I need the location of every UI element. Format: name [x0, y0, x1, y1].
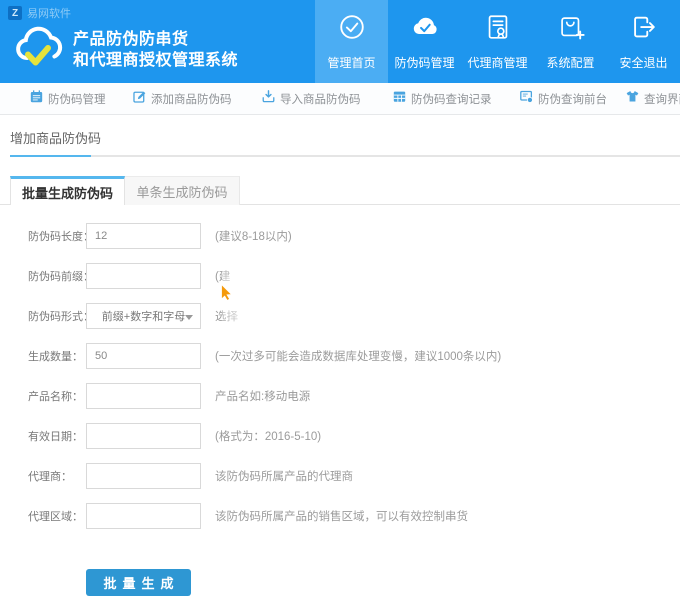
form-row-agent-region: 代理区域： 该防伪码所属产品的销售区域，可以有效控制串货 — [0, 503, 680, 529]
sub-nav-item-query-front[interactable]: 防伪查询前台 — [520, 83, 607, 114]
vendor-logo-icon: Z — [8, 6, 22, 20]
form-row-code-format: 防伪码形式： 前缀+数字和字母 选择 — [0, 303, 680, 329]
top-nav-item-settings[interactable]: 系统配置 — [534, 0, 607, 83]
agent-input[interactable] — [86, 463, 201, 489]
vendor-logo-text: 易网软件 — [27, 5, 71, 21]
quantity-label: 生成数量： — [28, 348, 85, 364]
agent-region-input[interactable] — [86, 503, 201, 529]
top-nav-item-agents[interactable]: 代理商管理 — [461, 0, 534, 83]
form-row-valid-date: 有效日期： (格式为：2016-5-10) — [0, 423, 680, 449]
sub-nav-item-add-code[interactable]: 添加商品防伪码 — [133, 83, 232, 114]
agent-label: 代理商： — [28, 468, 85, 484]
monitor-icon — [520, 90, 533, 108]
title-divider — [10, 155, 680, 157]
sub-nav-item-import-code[interactable]: 导入商品防伪码 — [262, 83, 361, 114]
tab-bar: 批量生成防伪码 单条生成防伪码 — [0, 176, 680, 205]
top-nav-label: 代理商管理 — [467, 54, 527, 71]
code-format-hint: 选择 — [215, 308, 238, 324]
top-nav-item-codes[interactable]: 防伪码管理 — [388, 0, 461, 83]
title-divider-accent — [10, 155, 91, 157]
code-length-input[interactable] — [86, 223, 201, 249]
circle-check-icon — [337, 12, 367, 47]
page-title: 增加商品防伪码 — [10, 128, 680, 147]
sub-nav-label: 查询界面订制 — [644, 91, 680, 107]
app-brand: 产品防伪防串货 和代理商授权管理系统 — [13, 24, 238, 75]
certificate-icon — [483, 12, 513, 47]
agent-region-label: 代理区域： — [28, 508, 85, 524]
app-title-line1: 产品防伪防串货 — [73, 29, 238, 50]
valid-date-hint: (格式为：2016-5-10) — [215, 428, 321, 444]
code-format-selected-value: 前缀+数字和字母 — [102, 308, 185, 324]
tab-single-generate[interactable]: 单条生成防伪码 — [125, 176, 240, 205]
sub-nav-label: 添加商品防伪码 — [151, 91, 232, 107]
top-nav-label: 安全退出 — [619, 54, 667, 71]
product-name-input[interactable] — [86, 383, 201, 409]
sub-nav-label: 导入商品防伪码 — [280, 91, 361, 107]
quantity-hint: (一次过多可能会造成数据库处理变慢，建议1000条以内) — [215, 348, 501, 364]
vendor-logo: Z 易网软件 — [8, 5, 71, 21]
logout-icon — [629, 12, 659, 47]
import-icon — [262, 90, 275, 108]
cloud-check-logo-icon — [13, 24, 65, 75]
calendar-icon — [30, 90, 43, 108]
code-length-hint: (建议8-18以内) — [215, 228, 292, 244]
valid-date-input[interactable] — [86, 423, 201, 449]
edit-icon — [133, 90, 146, 108]
top-nav: 管理首页 防伪码管理 — [315, 0, 680, 83]
chevron-down-icon — [185, 315, 193, 320]
product-name-label: 产品名称： — [28, 388, 85, 404]
form-row-code-length: 防伪码长度： (建议8-18以内) — [0, 223, 680, 249]
cloud-check-icon — [410, 12, 440, 47]
sub-nav-label: 防伪查询前台 — [538, 91, 607, 107]
tshirt-icon — [626, 90, 639, 108]
table-icon — [393, 90, 406, 108]
code-format-label: 防伪码形式： — [28, 308, 85, 324]
top-nav-item-home[interactable]: 管理首页 — [315, 0, 388, 83]
sub-nav-item-query-log[interactable]: 防伪码查询记录 — [393, 83, 492, 114]
top-nav-item-logout[interactable]: 安全退出 — [607, 0, 680, 83]
agent-region-hint: 该防伪码所属产品的销售区域，可以有效控制串货 — [215, 508, 468, 524]
top-nav-label: 管理首页 — [327, 54, 375, 71]
header: Z 易网软件 产品防伪防串货 和代理商授权管理系统 — [0, 0, 680, 83]
form-row-code-prefix: 防伪码前缀： (建 — [0, 263, 680, 289]
valid-date-label: 有效日期： — [28, 428, 85, 444]
batch-generate-form: 防伪码长度： (建议8-18以内) 防伪码前缀： (建 防伪码形式： 前缀+数字… — [0, 223, 680, 596]
product-name-hint: 产品名如:移动电源 — [215, 388, 310, 404]
batch-generate-button[interactable]: 批量生成 — [86, 569, 191, 596]
sub-nav-item-code-manage[interactable]: 防伪码管理 — [30, 83, 106, 114]
config-box-icon — [556, 12, 586, 47]
code-length-label: 防伪码长度： — [28, 228, 85, 244]
code-prefix-hint: (建 — [215, 268, 230, 284]
mouse-cursor-icon — [220, 284, 233, 306]
app-title: 产品防伪防串货 和代理商授权管理系统 — [73, 29, 238, 71]
code-prefix-input[interactable] — [86, 263, 201, 289]
quantity-input[interactable] — [86, 343, 201, 369]
form-row-agent: 代理商： 该防伪码所属产品的代理商 — [0, 463, 680, 489]
code-prefix-label: 防伪码前缀： — [28, 268, 85, 284]
sub-nav-label: 防伪码查询记录 — [411, 91, 492, 107]
sub-nav-label: 防伪码管理 — [48, 91, 106, 107]
top-nav-label: 防伪码管理 — [394, 54, 454, 71]
app-title-line2: 和代理商授权管理系统 — [73, 50, 238, 71]
tab-batch-generate[interactable]: 批量生成防伪码 — [10, 176, 125, 205]
form-row-product-name: 产品名称： 产品名如:移动电源 — [0, 383, 680, 409]
top-nav-label: 系统配置 — [546, 54, 594, 71]
sub-nav-item-ui-custom[interactable]: 查询界面订制 — [626, 83, 680, 114]
app-window: Z 易网软件 产品防伪防串货 和代理商授权管理系统 — [0, 0, 680, 601]
form-row-quantity: 生成数量： (一次过多可能会造成数据库处理变慢，建议1000条以内) — [0, 343, 680, 369]
sub-nav: 防伪码管理 添加商品防伪码 导入商品防伪码 — [0, 83, 680, 115]
agent-hint: 该防伪码所属产品的代理商 — [215, 468, 353, 484]
code-format-select[interactable]: 前缀+数字和字母 — [86, 303, 201, 329]
